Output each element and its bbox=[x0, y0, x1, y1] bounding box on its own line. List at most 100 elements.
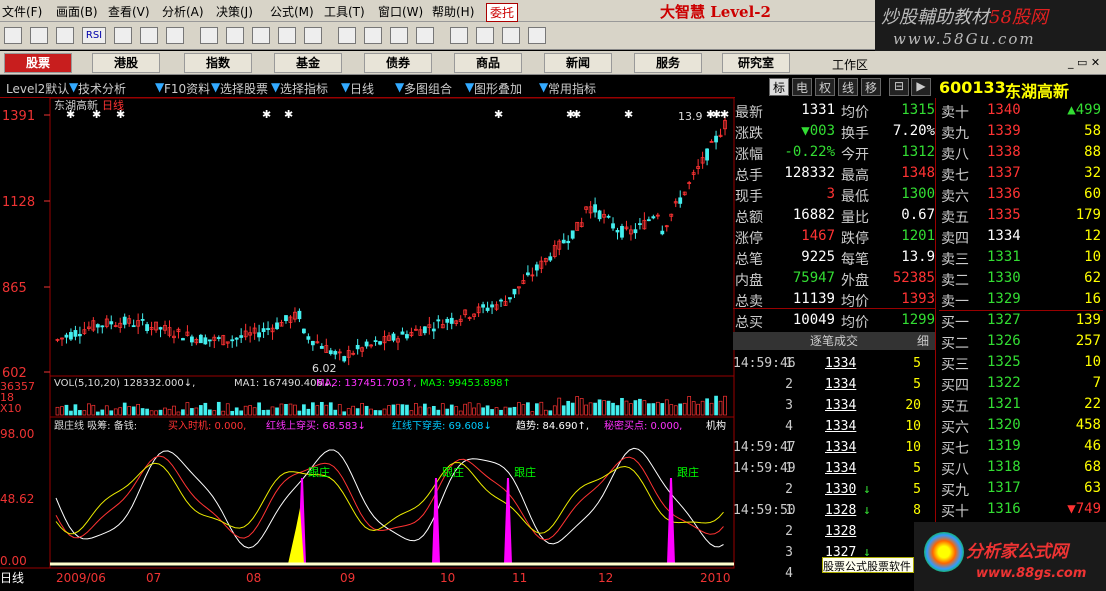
bid-row[interactable]: 买四 1322 7 bbox=[941, 375, 1101, 396]
ruler-icon[interactable] bbox=[166, 27, 184, 44]
ask-row[interactable]: 卖一 1329 16 bbox=[941, 291, 1101, 312]
volume-bar bbox=[113, 408, 118, 416]
bid-row[interactable]: 买六 1320 458 bbox=[941, 417, 1101, 438]
candle bbox=[548, 256, 553, 261]
ask-row[interactable]: 卖六 1336 60 bbox=[941, 186, 1101, 207]
subbar-item[interactable]: 技术分析 bbox=[78, 80, 126, 97]
trade-row: 14:59:47 1 1334 10 bbox=[733, 440, 933, 461]
nav-tab[interactable]: 指数 bbox=[184, 53, 252, 73]
subbar-item[interactable]: Level2默认 bbox=[6, 80, 69, 97]
bid-row[interactable]: 买一 1327 139 bbox=[941, 312, 1101, 333]
trade-seq: 2 bbox=[785, 377, 793, 392]
chart-icon[interactable] bbox=[30, 27, 48, 44]
tab-电[interactable]: 电 bbox=[792, 78, 812, 96]
volume-bar bbox=[302, 404, 306, 416]
book-divider bbox=[935, 98, 936, 528]
menu-item[interactable]: 查看(V) bbox=[108, 3, 150, 20]
nav-tab[interactable]: 港股 bbox=[92, 53, 160, 73]
ask-row[interactable]: 卖九 1339 58 bbox=[941, 123, 1101, 144]
candle bbox=[239, 335, 244, 338]
subbar-item[interactable]: 多图组合 bbox=[404, 80, 452, 97]
ask-row[interactable]: 卖七 1337 32 bbox=[941, 165, 1101, 186]
volume-bar bbox=[275, 407, 279, 416]
candle bbox=[485, 307, 490, 311]
workarea-label[interactable]: 工作区 bbox=[832, 56, 868, 73]
volume-bar bbox=[221, 410, 226, 416]
tab-标[interactable]: 标 bbox=[769, 78, 789, 96]
diamond-icon[interactable] bbox=[364, 27, 382, 44]
rsi-icon[interactable]: RSI bbox=[82, 27, 106, 44]
subbar-item[interactable]: 常用指标 bbox=[548, 80, 596, 97]
rainbow-icon[interactable] bbox=[226, 27, 244, 44]
bars-icon[interactable] bbox=[252, 27, 270, 44]
nav-tab[interactable]: 服务 bbox=[634, 53, 702, 73]
quote-value2: 1315 bbox=[901, 102, 935, 118]
menu-item[interactable]: 公式(M) bbox=[270, 3, 314, 20]
subbar-item[interactable]: F10资料 bbox=[164, 80, 210, 97]
bid-row[interactable]: 买二 1326 257 bbox=[941, 333, 1101, 354]
bid-row[interactable]: 买七 1319 46 bbox=[941, 438, 1101, 459]
subbar-item[interactable]: 选择股票 bbox=[220, 80, 268, 97]
tab-线[interactable]: 线 bbox=[838, 78, 858, 96]
trades-detail-button[interactable]: 细 bbox=[917, 332, 935, 350]
window-controls[interactable]: _ ▭ ✕ bbox=[1068, 56, 1100, 69]
volume-bar bbox=[55, 406, 60, 416]
books-icon[interactable] bbox=[502, 27, 520, 44]
menu-item[interactable]: 帮助(H) bbox=[432, 3, 474, 20]
menu-item[interactable]: 工具(T) bbox=[324, 3, 365, 20]
tab-移[interactable]: 移 bbox=[861, 78, 881, 96]
subbar-item[interactable]: 日线 bbox=[350, 80, 374, 97]
window-icon[interactable] bbox=[476, 27, 494, 44]
grid-icon[interactable]: ⊟ bbox=[889, 78, 909, 96]
nav-tab[interactable]: 商品 bbox=[454, 53, 522, 73]
binoculars2-icon[interactable] bbox=[304, 27, 322, 44]
flag-icon[interactable] bbox=[338, 27, 356, 44]
ask-row[interactable]: 卖八 1338 88 bbox=[941, 144, 1101, 165]
menu-item[interactable]: 画面(B) bbox=[56, 3, 98, 20]
bid-row[interactable]: 买五 1321 22 bbox=[941, 396, 1101, 417]
bid-row[interactable]: 买九 1317 63 bbox=[941, 480, 1101, 501]
trade-volume: 10 bbox=[905, 440, 921, 455]
ask-row[interactable]: 卖五 1335 179 bbox=[941, 207, 1101, 228]
circle2-icon[interactable] bbox=[416, 27, 434, 44]
subbar-item[interactable]: 图形叠加 bbox=[474, 80, 522, 97]
bid-row[interactable]: 买八 1318 68 bbox=[941, 459, 1101, 480]
page-icon[interactable] bbox=[450, 27, 468, 44]
bid-row[interactable]: 买三 1325 10 bbox=[941, 354, 1101, 375]
trades-header[interactable]: 逐笔成交 bbox=[733, 332, 935, 350]
help-icon[interactable] bbox=[528, 27, 546, 44]
nav-tab[interactable]: 股票 bbox=[4, 53, 72, 73]
trust-menu[interactable]: 委托 bbox=[486, 3, 519, 22]
ask-row[interactable]: 卖十 1340 ▲499 bbox=[941, 102, 1101, 123]
menu-item[interactable]: 决策(J) bbox=[216, 3, 253, 20]
nav-tab[interactable]: 基金 bbox=[274, 53, 342, 73]
ask-row[interactable]: 卖四 1334 12 bbox=[941, 228, 1101, 249]
open-icon[interactable] bbox=[4, 27, 22, 44]
dropdown-arrow-icon: ▼ bbox=[69, 80, 79, 94]
cross-icon[interactable] bbox=[140, 27, 158, 44]
candle bbox=[678, 197, 683, 204]
nav-tab[interactable]: 债券 bbox=[364, 53, 432, 73]
menu-item[interactable]: 文件(F) bbox=[2, 3, 42, 20]
ask-row[interactable]: 卖三 1331 10 bbox=[941, 249, 1101, 270]
table-icon[interactable] bbox=[114, 27, 132, 44]
candle bbox=[131, 325, 136, 328]
bid-label: 买二 bbox=[941, 336, 969, 352]
binoculars-icon[interactable] bbox=[278, 27, 296, 44]
kline-chart[interactable]: 东湖高新 日线13911128865602✱ ✱ ✱ ✱ ✱ ✱ ✱✱ ✱ ✱✱✱6.0213.9… bbox=[0, 98, 735, 591]
subbar-item[interactable]: 选择指标 bbox=[280, 80, 328, 97]
dollar-icon[interactable] bbox=[200, 27, 218, 44]
menu-item[interactable]: 分析(A) bbox=[162, 3, 204, 20]
nav-tab[interactable]: 新闻 bbox=[544, 53, 612, 73]
bid-volume: ▼749 bbox=[1067, 501, 1101, 517]
menu-item[interactable]: 窗口(W) bbox=[378, 3, 423, 20]
quote-row: 涨幅 -0.22% 今开 1312 bbox=[735, 144, 935, 165]
arrow-icon[interactable]: ▶ bbox=[911, 78, 931, 96]
circle-icon[interactable] bbox=[390, 27, 408, 44]
promo-banner[interactable]: 股票公式股票软件 bbox=[822, 557, 914, 573]
ask-row[interactable]: 卖二 1330 62 bbox=[941, 270, 1101, 291]
grid-icon[interactable] bbox=[56, 27, 74, 44]
nav-tab[interactable]: 研究室 bbox=[722, 53, 790, 73]
bid-row[interactable]: 买十 1316 ▼749 bbox=[941, 501, 1101, 522]
tab-权[interactable]: 权 bbox=[815, 78, 835, 96]
